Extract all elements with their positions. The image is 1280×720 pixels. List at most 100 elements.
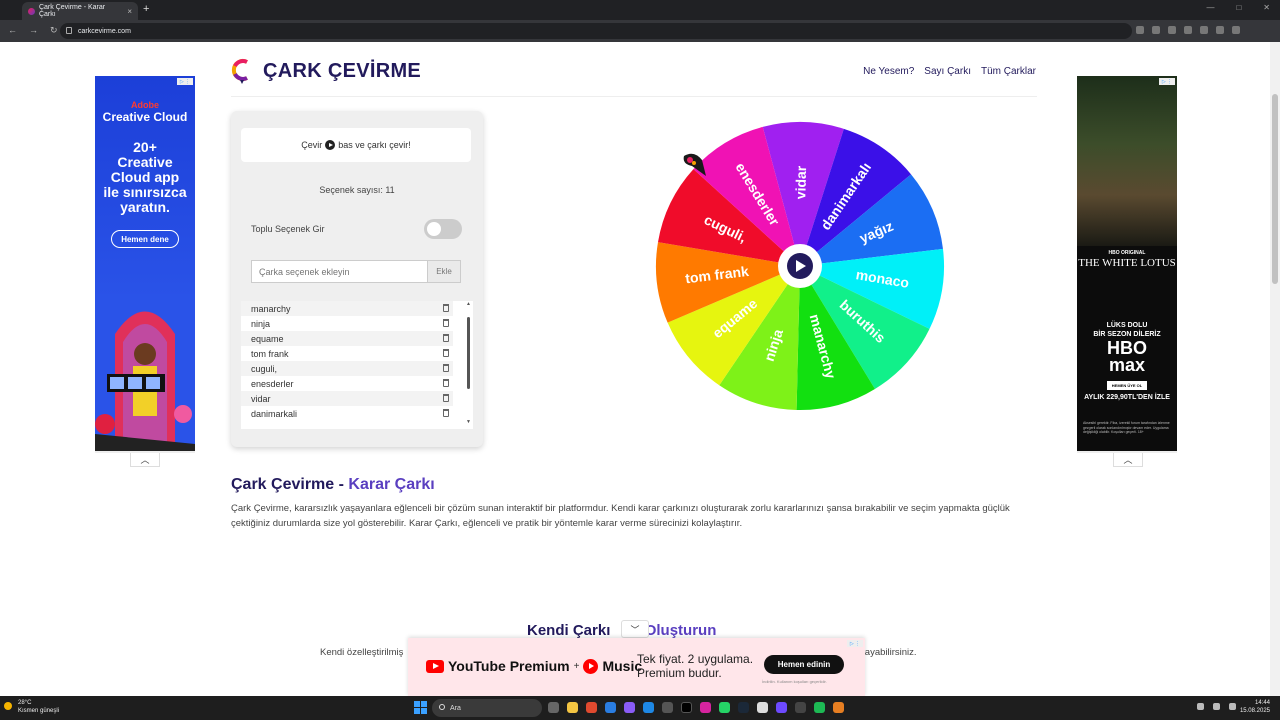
- volume-icon[interactable]: [1229, 703, 1236, 710]
- page-scroll-thumb[interactable]: [1272, 94, 1278, 284]
- delete-icon[interactable]: [443, 304, 449, 312]
- delete-icon[interactable]: [443, 394, 449, 402]
- steam-icon[interactable]: [738, 702, 749, 713]
- bulk-input-toggle[interactable]: [424, 219, 462, 239]
- extensions-icon[interactable]: [1216, 26, 1224, 34]
- scroll-thumb[interactable]: [467, 317, 470, 389]
- ad-left-adobe[interactable]: ▷ ⋮ Adobe Creative Cloud 20+ Creative Cl…: [95, 76, 195, 451]
- spin-hint: Çevir bas ve çarkı çevir!: [241, 128, 471, 162]
- hint-text-pre: Çevir: [301, 140, 323, 150]
- nav-link-tum-carklar[interactable]: Tüm Çarklar: [981, 66, 1036, 77]
- scroll-down-icon[interactable]: ▼: [466, 419, 471, 425]
- play-icon: [325, 140, 336, 150]
- ad-bottom-youtube[interactable]: ▷ ⋮ YouTube Premium + Music Tek fiyat. 2…: [408, 638, 865, 696]
- ad-tagline-line: LÜKS DOLU: [1106, 322, 1148, 329]
- ad-headline-line: ile sınırsızca: [103, 184, 187, 200]
- ad-cta-button[interactable]: Hemen edinin: [764, 655, 844, 674]
- notepad-icon[interactable]: [757, 702, 768, 713]
- site-info-icon[interactable]: [66, 27, 72, 34]
- task-view-icon[interactable]: [548, 702, 559, 713]
- collapse-ad-left-button[interactable]: ︿: [130, 453, 160, 467]
- collapse-bottom-ad-button[interactable]: ﹀: [621, 620, 649, 638]
- collapse-ad-right-button[interactable]: ︿: [1113, 453, 1143, 467]
- close-window-icon[interactable]: ✕: [1263, 3, 1270, 12]
- option-label: vidar: [251, 393, 271, 404]
- new-tab-button[interactable]: +: [143, 3, 149, 15]
- weather-widget[interactable]: 28°C Kısmen güneşli: [4, 699, 60, 715]
- ad-offer: Tek fiyat. 2 uygulama. Premium budur.: [637, 652, 753, 680]
- downloads-icon[interactable]: [1200, 26, 1208, 34]
- maximize-icon[interactable]: □: [1236, 3, 1241, 12]
- add-option-button[interactable]: Ekle: [427, 260, 461, 283]
- ad-brand: Adobe: [131, 100, 159, 110]
- zoom-icon[interactable]: [1168, 26, 1176, 34]
- taskbar-apps: [548, 702, 844, 713]
- ad-headline-line: Cloud app: [110, 169, 180, 185]
- photos-icon[interactable]: [662, 702, 673, 713]
- back-icon[interactable]: ←: [8, 25, 17, 36]
- spotify-icon[interactable]: [814, 702, 825, 713]
- minimize-icon[interactable]: —: [1206, 3, 1214, 12]
- skype-icon[interactable]: [643, 702, 654, 713]
- ad-right-hbomax[interactable]: ▷ ⋮ HBO ORIGINAL THE WHITE LOTUS LÜKS DO…: [1077, 76, 1177, 451]
- network-icon[interactable]: [1213, 703, 1220, 710]
- chrome-icon[interactable]: [586, 702, 597, 713]
- nav-link-sayi-carki[interactable]: Sayı Çarkı: [924, 66, 971, 77]
- whatsapp-icon[interactable]: [719, 702, 730, 713]
- delete-icon[interactable]: [443, 409, 449, 417]
- clock[interactable]: 14:44 15.08.2025: [1240, 699, 1270, 715]
- app-icon[interactable]: [833, 702, 844, 713]
- tray-chevron-icon[interactable]: [1197, 703, 1204, 710]
- tiktok-icon[interactable]: [681, 702, 692, 713]
- delete-icon[interactable]: [443, 319, 449, 327]
- title-main: Çark Çevirme -: [231, 476, 344, 493]
- list-item: enesderler: [241, 376, 453, 391]
- profile-avatar-icon[interactable]: [1232, 26, 1240, 34]
- address-bar[interactable]: carkcevirme.com: [60, 23, 1132, 39]
- add-option-input[interactable]: [251, 260, 427, 283]
- delete-icon[interactable]: [443, 334, 449, 342]
- close-tab-icon[interactable]: ×: [127, 7, 132, 16]
- ad-hbomax-logo: HBO max: [1077, 339, 1177, 374]
- translate-icon[interactable]: [1152, 26, 1160, 34]
- nav-link-ne-yesem[interactable]: Ne Yesem?: [863, 66, 914, 77]
- taskbar-search[interactable]: Ara: [432, 699, 542, 717]
- browser-toolbar: ← → ↻ carkcevirme.com: [0, 20, 1280, 42]
- ad-signup-button[interactable]: HEMEN ÜYE OL: [1107, 381, 1147, 390]
- list-item: ninja: [241, 316, 453, 331]
- browser-tabbar: Çark Çevirme - Karar Çarkı × + — □ ✕: [0, 0, 1280, 20]
- reload-icon[interactable]: ↻: [50, 25, 58, 36]
- edge-icon[interactable]: [605, 702, 616, 713]
- adchoices-icon[interactable]: ▷ ⋮: [177, 78, 193, 85]
- forward-icon[interactable]: →: [29, 25, 38, 36]
- site-logo[interactable]: ÇARK ÇEVİRME: [231, 58, 421, 84]
- obs-icon[interactable]: [795, 702, 806, 713]
- browser-tab[interactable]: Çark Çevirme - Karar Çarkı ×: [22, 2, 138, 20]
- delete-icon[interactable]: [443, 349, 449, 357]
- adchoices-icon[interactable]: ▷ ⋮: [1159, 78, 1175, 85]
- start-button[interactable]: [414, 701, 427, 714]
- ad-cta-button[interactable]: Hemen dene: [111, 230, 179, 248]
- ad-photo-image: [1077, 76, 1177, 246]
- option-list-scrollbar[interactable]: ▲ ▼: [466, 301, 471, 425]
- section-paragraph-2-start: Kendi özelleştirilmiş: [320, 647, 404, 658]
- option-label: enesderler: [251, 378, 294, 389]
- bookmark-star-icon[interactable]: [1184, 26, 1192, 34]
- weather-desc: Kısmen güneşli: [18, 708, 60, 714]
- copilot-icon[interactable]: [624, 702, 635, 713]
- page-scrollbar[interactable]: [1270, 42, 1280, 696]
- file-explorer-icon[interactable]: [567, 702, 578, 713]
- delete-icon[interactable]: [443, 379, 449, 387]
- discord-icon[interactable]: [776, 702, 787, 713]
- ad-headline-line: yaratın.: [120, 199, 170, 215]
- delete-icon[interactable]: [443, 364, 449, 372]
- toggle-knob: [427, 222, 441, 236]
- ad-price: AYLIK 229,90TL'DEN İZLE: [1084, 394, 1170, 401]
- install-icon[interactable]: [1136, 26, 1144, 34]
- section-paragraph: Çark Çevirme, kararsızlık yaşayanlara eğ…: [231, 503, 1010, 529]
- adchoices-icon[interactable]: ▷ ⋮: [847, 640, 863, 647]
- option-label: tom frank: [251, 348, 289, 359]
- instagram-icon[interactable]: [700, 702, 711, 713]
- scroll-up-icon[interactable]: ▲: [466, 301, 471, 307]
- list-item: vidar: [241, 391, 453, 406]
